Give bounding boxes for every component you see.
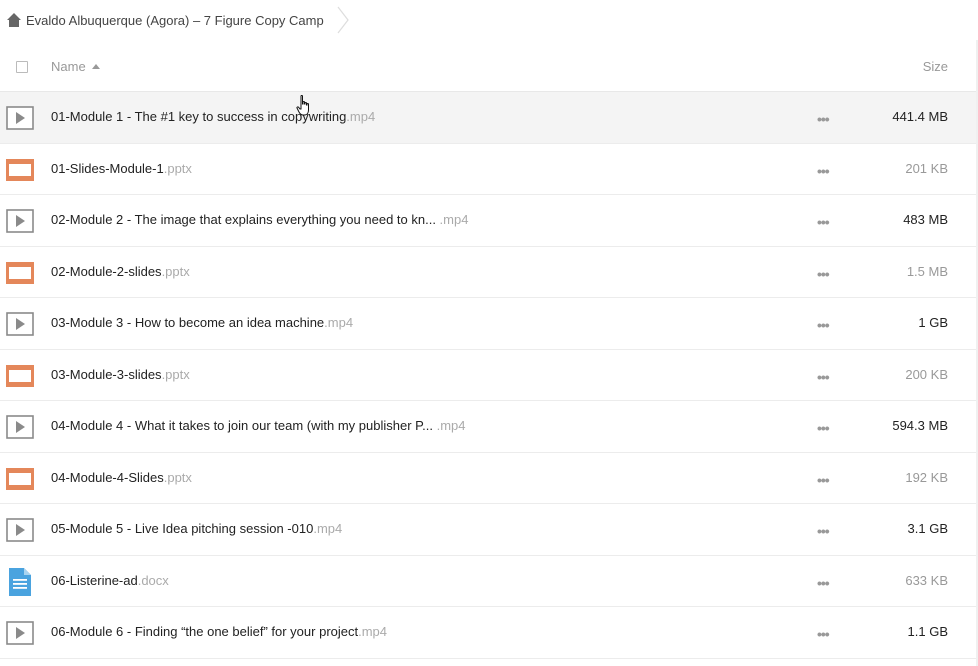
file-size: 201 KB bbox=[905, 160, 948, 176]
file-name[interactable]: 06-Listerine-ad.docx bbox=[51, 573, 169, 588]
file-basename: 01-Slides-Module-1 bbox=[51, 160, 164, 176]
file-basename: 03-Module-3-slides bbox=[51, 366, 162, 382]
file-size: 594.3 MB bbox=[892, 418, 948, 433]
more-options-icon[interactable]: ••• bbox=[817, 214, 830, 230]
file-basename: 06-Listerine-ad bbox=[51, 572, 138, 588]
file-basename: 04-Module 4 - What it takes to join our … bbox=[51, 418, 433, 433]
file-basename: 03-Module 3 - How to become an idea mach… bbox=[51, 315, 325, 330]
file-extension: .mp4 bbox=[313, 521, 343, 536]
file-size: 1.5 MB bbox=[906, 263, 948, 279]
file-extension: .pptx bbox=[163, 469, 192, 485]
file-row[interactable]: 06-Module 6 - Finding “the one belief” f… bbox=[0, 607, 978, 659]
file-name[interactable]: 04-Module-4-Slides.pptx bbox=[51, 470, 192, 485]
file-name[interactable]: 03-Module 3 - How to become an idea mach… bbox=[51, 315, 353, 330]
more-options-icon[interactable]: ••• bbox=[817, 369, 830, 385]
file-name[interactable]: 05-Module 5 - Live Idea pitching session… bbox=[51, 521, 342, 536]
file-row[interactable]: 03-Module-3-slides.pptx ••• 200 KB bbox=[0, 350, 978, 401]
file-basename: 02-Module 2 - The image that explains ev… bbox=[51, 212, 436, 227]
file-extension: .mp4 bbox=[432, 418, 466, 433]
file-basename: 05-Module 5 - Live Idea pitching session… bbox=[51, 521, 314, 536]
file-size: 441.4 MB bbox=[892, 109, 948, 124]
presentation-file-icon bbox=[6, 364, 34, 387]
file-size: 633 KB bbox=[905, 572, 948, 588]
file-row[interactable]: 02-Module-2-slides.pptx ••• 1.5 MB bbox=[0, 247, 978, 298]
size-column-header[interactable]: Size bbox=[923, 59, 948, 74]
file-basename: 01-Module 1 - The #1 key to success in c… bbox=[51, 109, 347, 124]
presentation-file-icon bbox=[6, 158, 34, 181]
video-file-icon bbox=[6, 209, 34, 233]
file-row[interactable]: 05-Module 5 - Live Idea pitching session… bbox=[0, 504, 978, 556]
file-name[interactable]: 04-Module 4 - What it takes to join our … bbox=[51, 418, 466, 433]
file-row[interactable]: 04-Module 4 - What it takes to join our … bbox=[0, 401, 978, 453]
file-size: 192 KB bbox=[905, 469, 948, 485]
file-list: 01-Module 1 - The #1 key to success in c… bbox=[0, 92, 978, 659]
file-size: 483 MB bbox=[903, 212, 948, 227]
file-name[interactable]: 06-Module 6 - Finding “the one belief” f… bbox=[51, 624, 387, 639]
more-options-icon[interactable]: ••• bbox=[817, 472, 830, 488]
more-options-icon[interactable]: ••• bbox=[817, 317, 830, 333]
file-extension: .pptx bbox=[161, 263, 190, 279]
file-extension: .docx bbox=[137, 572, 169, 588]
name-column-label: Name bbox=[51, 59, 86, 74]
more-options-icon[interactable]: ••• bbox=[817, 626, 830, 642]
file-extension: .mp4 bbox=[346, 109, 376, 124]
file-name[interactable]: 02-Module 2 - The image that explains ev… bbox=[51, 212, 468, 227]
file-extension: .mp4 bbox=[358, 624, 388, 639]
file-name[interactable]: 03-Module-3-slides.pptx bbox=[51, 367, 190, 382]
breadcrumb-current-folder[interactable]: Evaldo Albuquerque (Agora) – 7 Figure Co… bbox=[26, 13, 324, 28]
file-row[interactable]: 06-Listerine-ad.docx ••• 633 KB bbox=[0, 556, 978, 607]
file-name[interactable]: 02-Module-2-slides.pptx bbox=[51, 264, 190, 279]
file-size: 1 GB bbox=[918, 315, 948, 330]
more-options-icon[interactable]: ••• bbox=[817, 420, 830, 436]
file-extension: .pptx bbox=[161, 366, 190, 382]
more-options-icon[interactable]: ••• bbox=[817, 523, 830, 539]
presentation-file-icon bbox=[6, 261, 34, 284]
file-row[interactable]: 04-Module-4-Slides.pptx ••• 192 KB bbox=[0, 453, 978, 504]
file-size: 1.1 GB bbox=[907, 624, 948, 639]
file-extension: .mp4 bbox=[435, 212, 469, 227]
video-file-icon bbox=[6, 106, 34, 130]
breadcrumb-separator-icon bbox=[337, 6, 349, 34]
file-basename: 02-Module-2-slides bbox=[51, 263, 162, 279]
file-row[interactable]: 01-Module 1 - The #1 key to success in c… bbox=[0, 92, 978, 144]
breadcrumb: Evaldo Albuquerque (Agora) – 7 Figure Co… bbox=[0, 0, 978, 40]
more-options-icon[interactable]: ••• bbox=[817, 266, 830, 282]
file-extension: .mp4 bbox=[324, 315, 354, 330]
video-file-icon bbox=[6, 518, 34, 542]
file-row[interactable]: 02-Module 2 - The image that explains ev… bbox=[0, 195, 978, 247]
video-file-icon bbox=[6, 415, 34, 439]
file-basename: 06-Module 6 - Finding “the one belief” f… bbox=[51, 624, 359, 639]
more-options-icon[interactable]: ••• bbox=[817, 111, 830, 127]
select-all-checkbox[interactable] bbox=[16, 61, 28, 73]
file-list-header: Name Size bbox=[0, 42, 978, 92]
file-name[interactable]: 01-Module 1 - The #1 key to success in c… bbox=[51, 109, 375, 124]
document-file-icon bbox=[9, 567, 31, 596]
presentation-file-icon bbox=[6, 467, 34, 490]
file-size: 200 KB bbox=[905, 366, 948, 382]
file-size: 3.1 GB bbox=[907, 521, 948, 536]
home-icon[interactable] bbox=[6, 12, 22, 28]
file-row[interactable]: 01-Slides-Module-1.pptx ••• 201 KB bbox=[0, 144, 978, 195]
video-file-icon bbox=[6, 621, 34, 645]
name-column-header[interactable]: Name bbox=[51, 59, 100, 74]
video-file-icon bbox=[6, 312, 34, 336]
file-basename: 04-Module-4-Slides bbox=[51, 469, 164, 485]
file-name[interactable]: 01-Slides-Module-1.pptx bbox=[51, 161, 192, 176]
more-options-icon[interactable]: ••• bbox=[817, 575, 830, 591]
sort-ascending-icon bbox=[91, 64, 100, 69]
file-row[interactable]: 03-Module 3 - How to become an idea mach… bbox=[0, 298, 978, 350]
more-options-icon[interactable]: ••• bbox=[817, 163, 830, 179]
file-extension: .pptx bbox=[163, 160, 192, 176]
